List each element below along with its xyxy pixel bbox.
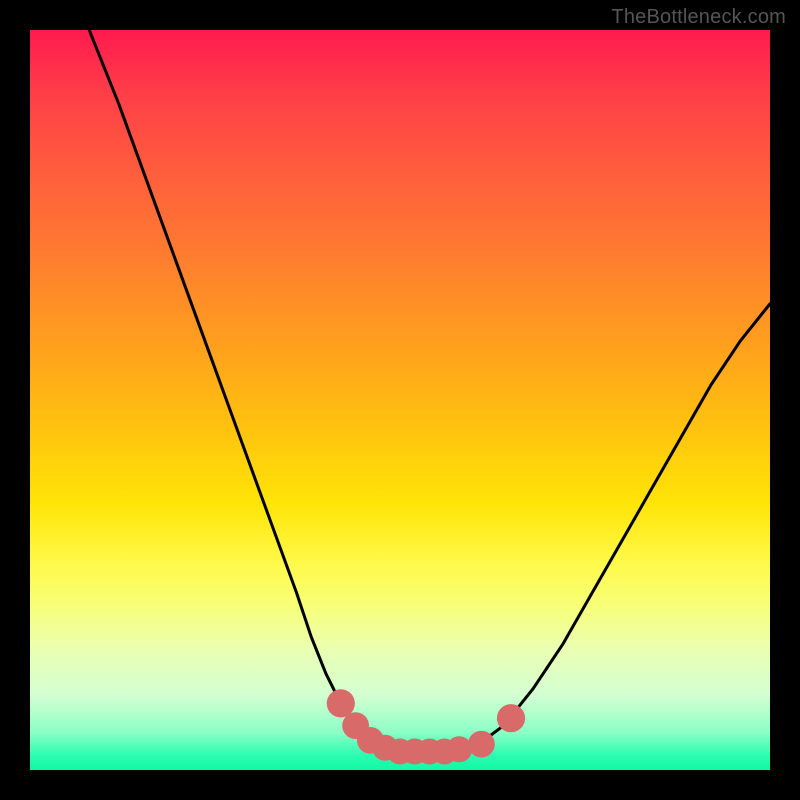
watermark-text: TheBottleneck.com <box>611 6 786 29</box>
curve-layer <box>30 30 770 770</box>
marker-right-valley-gap <box>497 704 525 732</box>
marker-right-valley-a <box>468 731 495 758</box>
plot-area <box>30 30 770 770</box>
valley-markers <box>327 689 525 764</box>
chart-frame: TheBottleneck.com <box>0 0 800 800</box>
marker-floor-6 <box>446 736 472 762</box>
bottleneck-curve <box>89 30 770 752</box>
curve-path <box>89 30 770 752</box>
